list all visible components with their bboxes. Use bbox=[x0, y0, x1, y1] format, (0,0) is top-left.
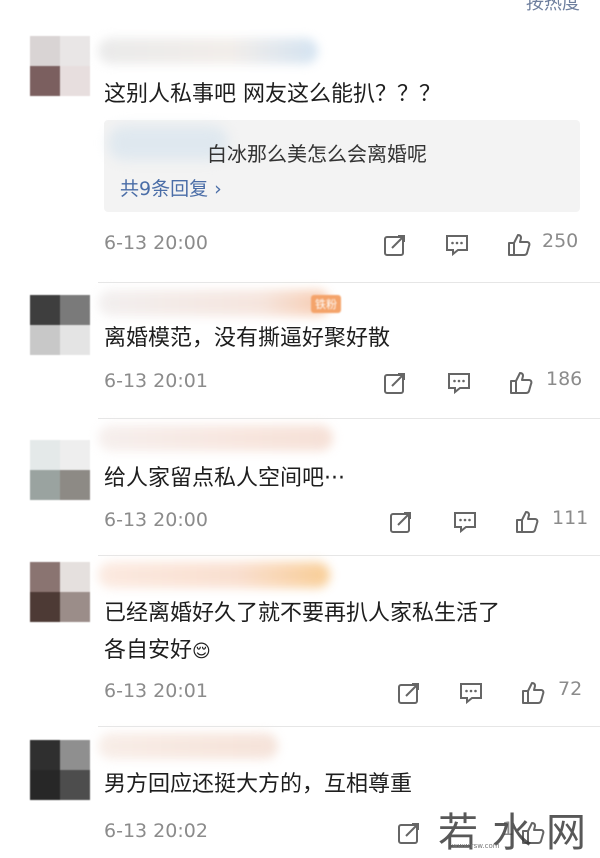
repost-icon[interactable] bbox=[388, 509, 414, 535]
comment-text: 这别人私事吧 网友这么能扒？？？ bbox=[104, 82, 441, 107]
reply-snippet: 白冰那么美怎么会离婚呢 bbox=[207, 142, 427, 166]
comment-icon[interactable] bbox=[452, 509, 478, 535]
like-icon[interactable] bbox=[514, 509, 540, 535]
avatar[interactable] bbox=[30, 295, 90, 355]
comment-actions: 250 bbox=[382, 230, 582, 258]
like-count: 250 bbox=[542, 230, 579, 252]
avatar[interactable] bbox=[30, 36, 90, 96]
comment-icon[interactable] bbox=[458, 680, 484, 706]
like-icon[interactable] bbox=[506, 232, 532, 258]
repost-icon[interactable] bbox=[382, 370, 408, 396]
avatar[interactable] bbox=[30, 562, 90, 622]
comment-timestamp: 6-13 20:02 bbox=[104, 820, 208, 842]
like-count: 111 bbox=[552, 507, 589, 529]
comment-text-line2: 各自安好😌 bbox=[104, 632, 211, 671]
comment-actions: 111 bbox=[382, 507, 588, 535]
repost-icon[interactable] bbox=[396, 680, 422, 706]
comment-actions: 186 bbox=[382, 368, 582, 396]
comment-text: 男方回应还挺大方的，互相尊重 bbox=[104, 772, 413, 797]
reply-preview[interactable]: 白冰那么美怎么会离婚呢 共9条回复 › bbox=[104, 120, 580, 212]
username-redacted bbox=[98, 38, 318, 64]
comment-icon[interactable] bbox=[446, 370, 472, 396]
like-icon[interactable] bbox=[520, 680, 546, 706]
relieved-emoji-icon: 😌 bbox=[192, 641, 211, 662]
site-watermark-url: www.rsw.com bbox=[452, 842, 500, 850]
comment-text: 各自安好 bbox=[104, 638, 193, 663]
comment-icon[interactable] bbox=[444, 232, 470, 258]
sort-by-hot-label[interactable]: 按热度 bbox=[526, 0, 580, 15]
comment-page: { "header": { "sort_label": "按热度" }, "co… bbox=[0, 0, 600, 856]
divider bbox=[98, 282, 600, 283]
username-redacted bbox=[98, 290, 330, 316]
username-redacted bbox=[98, 562, 330, 588]
divider bbox=[98, 726, 600, 727]
like-icon[interactable] bbox=[508, 370, 534, 396]
repost-icon[interactable] bbox=[396, 820, 422, 846]
like-count: 186 bbox=[546, 368, 583, 390]
comment-text-line1: 已经离婚好久了就不要再扒人家私生活了 bbox=[104, 601, 501, 626]
comment-timestamp: 6-13 20:00 bbox=[104, 509, 208, 531]
username-redacted bbox=[98, 733, 278, 759]
comment-text: 给人家留点私人空间吧··· bbox=[104, 466, 345, 491]
divider bbox=[98, 418, 600, 419]
comment-timestamp: 6-13 20:01 bbox=[104, 370, 208, 392]
repost-icon[interactable] bbox=[382, 232, 408, 258]
comment-text: 离婚模范，没有撕逼好聚好散 bbox=[104, 326, 391, 351]
comment-actions: 72 bbox=[382, 678, 582, 706]
username-redacted bbox=[98, 425, 333, 451]
like-count: 72 bbox=[558, 678, 583, 700]
avatar[interactable] bbox=[30, 440, 90, 500]
comment-timestamp: 6-13 20:01 bbox=[104, 680, 208, 702]
view-replies-link[interactable]: 共9条回复 › bbox=[120, 174, 222, 201]
comment-timestamp: 6-13 20:00 bbox=[104, 232, 208, 254]
fan-badge: 铁粉 bbox=[311, 295, 341, 313]
avatar[interactable] bbox=[30, 740, 90, 800]
divider bbox=[98, 555, 600, 556]
